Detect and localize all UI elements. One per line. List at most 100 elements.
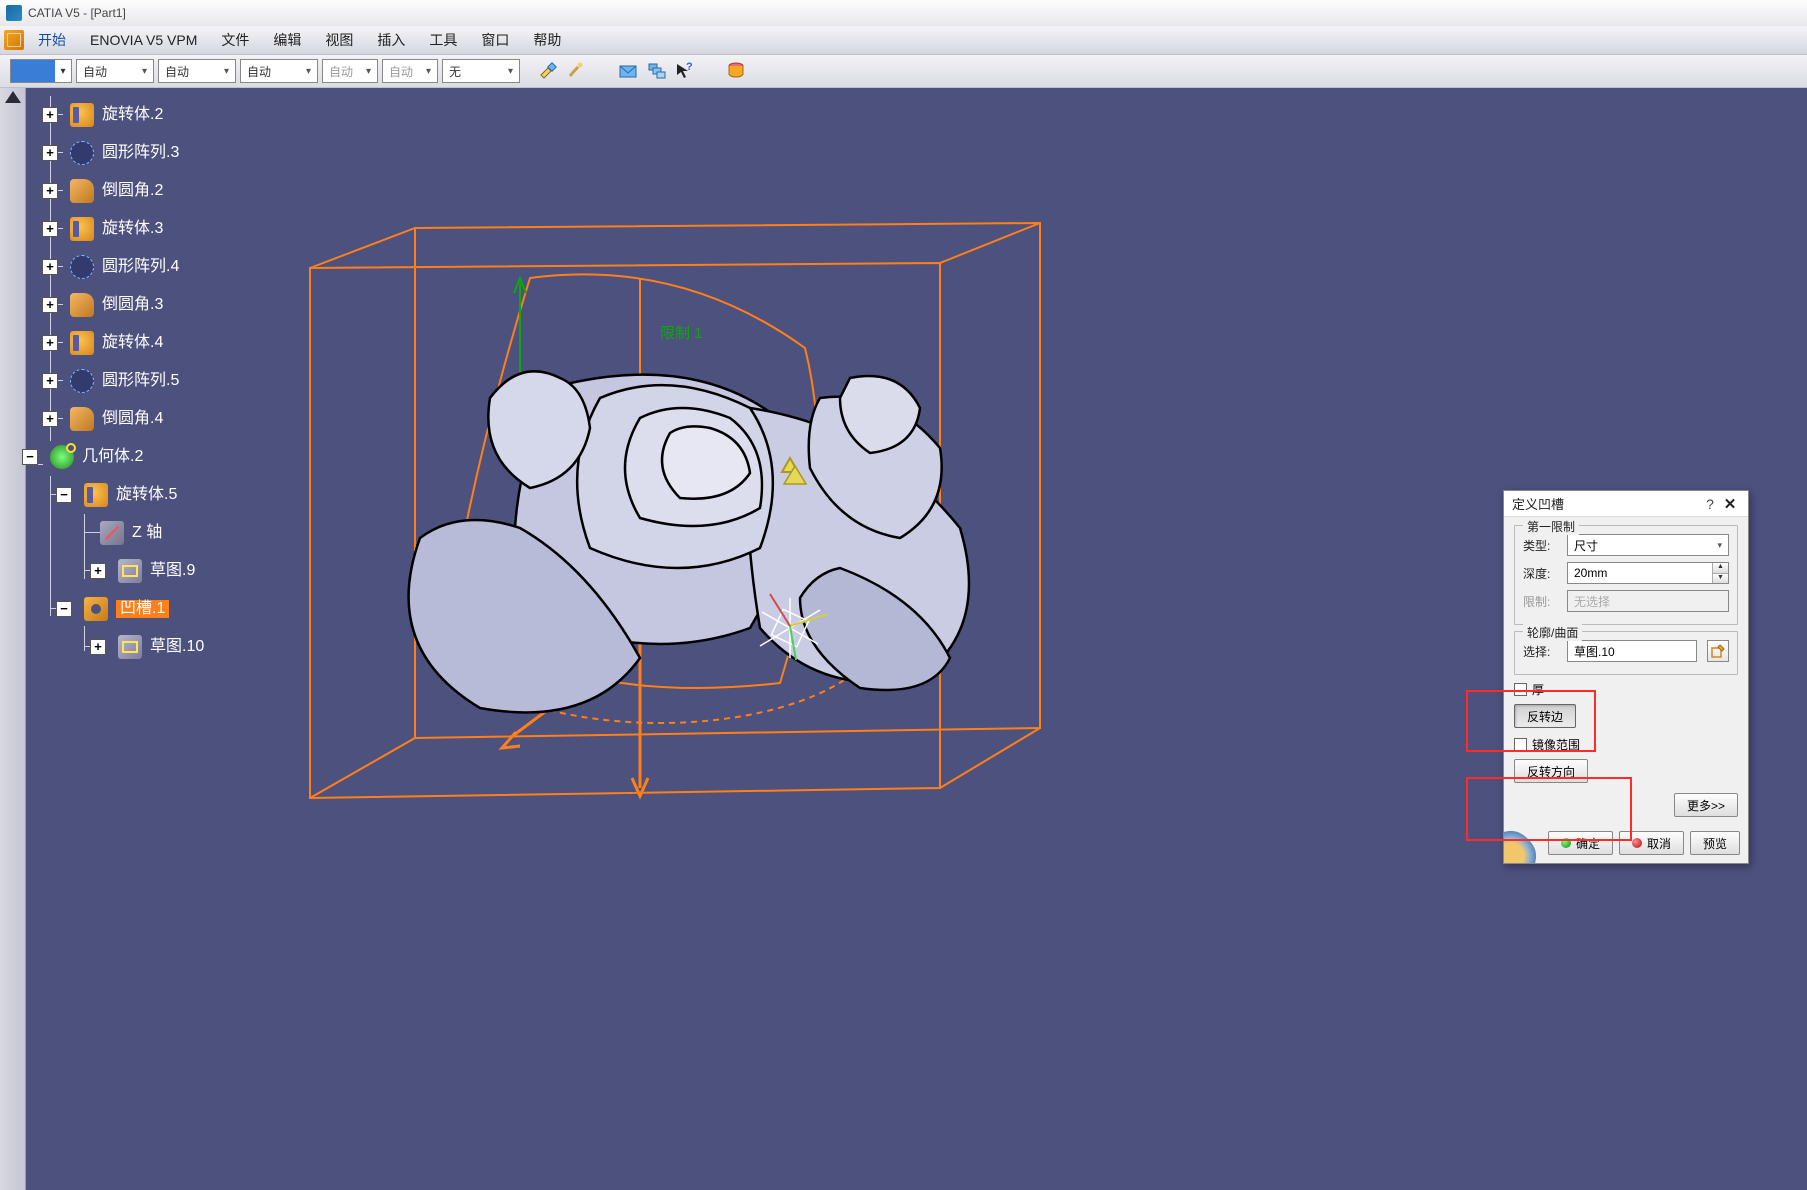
document-icon[interactable] bbox=[4, 30, 24, 50]
stack-icon[interactable] bbox=[644, 59, 668, 83]
tree-node[interactable]: +圆形阵列.4 bbox=[42, 248, 204, 286]
close-icon[interactable]: ✕ bbox=[1720, 495, 1740, 513]
tree-node-rotate5[interactable]: − 旋转体.5 bbox=[56, 476, 204, 514]
window-title: CATIA V5 - [Part1] bbox=[28, 6, 126, 20]
lineweight-1[interactable]: 自动▾ bbox=[322, 59, 378, 83]
title-bar: CATIA V5 - [Part1] bbox=[0, 0, 1807, 26]
mirror-checkbox[interactable]: 镜像范围 bbox=[1514, 736, 1738, 753]
linetype-select-3[interactable]: 自动▾ bbox=[240, 59, 318, 83]
painter-icon[interactable] bbox=[536, 59, 560, 83]
data-icon[interactable] bbox=[724, 59, 748, 83]
rotate-icon bbox=[70, 331, 94, 355]
linetype-select-2[interactable]: 自动▾ bbox=[158, 59, 236, 83]
sketch-icon bbox=[118, 635, 142, 659]
help-icon[interactable]: ? bbox=[1700, 496, 1720, 512]
expand-icon[interactable]: + bbox=[42, 411, 58, 427]
sketch-button[interactable] bbox=[1707, 640, 1729, 662]
tree-node[interactable]: + 旋转体.2 bbox=[42, 96, 204, 134]
type-combo[interactable]: 尺寸▾ bbox=[1567, 534, 1729, 556]
menu-enovia[interactable]: ENOVIA V5 VPM bbox=[78, 32, 209, 48]
expand-icon[interactable]: + bbox=[42, 221, 58, 237]
cancel-button[interactable]: 取消 bbox=[1619, 831, 1684, 855]
transparency-select[interactable]: 无▾ bbox=[442, 59, 520, 83]
first-limit-group: 第一限制 类型: 尺寸▾ 深度: 20mm▲▼ 限制: 无选择 bbox=[1514, 525, 1738, 625]
tree-label: 草图.9 bbox=[150, 563, 195, 579]
dialog-footer: 确定 取消 预览 bbox=[1504, 823, 1748, 863]
color-picker[interactable]: ▾ bbox=[10, 59, 72, 83]
mirror-label: 镜像范围 bbox=[1532, 736, 1580, 753]
tree-label: 几何体.2 bbox=[82, 449, 143, 465]
collapse-icon[interactable]: − bbox=[56, 487, 72, 503]
group-legend: 轮廓/曲面 bbox=[1523, 624, 1582, 641]
fillet-icon bbox=[70, 293, 94, 317]
expand-icon[interactable]: + bbox=[90, 639, 106, 655]
lineweight-2[interactable]: 自动▾ bbox=[382, 59, 438, 83]
collapse-icon[interactable]: − bbox=[22, 449, 38, 465]
limit-label: 限制: bbox=[1523, 593, 1561, 610]
brush-icon[interactable] bbox=[564, 59, 588, 83]
expand-icon[interactable]: + bbox=[42, 145, 58, 161]
tree-label: 旋转体.5 bbox=[116, 487, 177, 503]
tree-label-selected: 凹槽.1 bbox=[116, 600, 169, 618]
more-button[interactable]: 更多>> bbox=[1674, 793, 1738, 817]
tree-node-pocket1[interactable]: − 凹槽.1 bbox=[56, 590, 204, 628]
menu-start[interactable]: 开始 bbox=[32, 30, 78, 50]
tree-label: 旋转体.4 bbox=[102, 335, 163, 351]
menu-tools[interactable]: 工具 bbox=[417, 30, 469, 50]
tree-node-zaxis[interactable]: Z 轴 bbox=[100, 514, 204, 552]
menu-help[interactable]: 帮助 bbox=[521, 30, 573, 50]
menu-bar: 开始 ENOVIA V5 VPM 文件 编辑 视图 插入 工具 窗口 帮助 bbox=[0, 26, 1807, 54]
expand-icon[interactable]: + bbox=[90, 563, 106, 579]
expand-icon[interactable]: + bbox=[42, 297, 58, 313]
reverse-direction-button[interactable]: 反转方向 bbox=[1514, 759, 1588, 783]
tree-node[interactable]: + 旋转体.4 bbox=[42, 324, 204, 362]
thick-checkbox[interactable]: 厚 bbox=[1514, 681, 1738, 698]
tree-node-sketch9[interactable]: + 草图.9 bbox=[90, 552, 204, 590]
expand-icon[interactable]: + bbox=[42, 373, 58, 389]
mail-icon[interactable] bbox=[616, 59, 640, 83]
tree-node-sketch10[interactable]: + 草图.10 bbox=[90, 628, 204, 666]
preview-button[interactable]: 预览 bbox=[1690, 831, 1740, 855]
linetype-select-1[interactable]: 自动▾ bbox=[76, 59, 154, 83]
tree-node[interactable]: + 倒圆角.4 bbox=[42, 400, 204, 438]
spec-tree[interactable]: +旋转体.2+圆形阵列.3+倒圆角.2+旋转体.3+圆形阵列.4+倒圆角.3+旋… bbox=[42, 96, 204, 666]
tree-node-body[interactable]: − 几何体.2 bbox=[22, 438, 204, 476]
profile-field[interactable]: 草图.10 bbox=[1567, 640, 1697, 662]
tree-node[interactable]: +倒圆角.3 bbox=[42, 286, 204, 324]
menu-window[interactable]: 窗口 bbox=[469, 30, 521, 50]
ok-button[interactable]: 确定 bbox=[1548, 831, 1613, 855]
menu-view[interactable]: 视图 bbox=[313, 30, 365, 50]
toolbar: ▾ 自动▾ 自动▾ 自动▾ 自动▾ 自动▾ 无▾ ? bbox=[0, 54, 1807, 88]
workspace: 20 限制 1 限制 2 bbox=[0, 88, 1807, 1190]
tree-label: 旋转体.2 bbox=[102, 107, 163, 123]
dialog-titlebar[interactable]: 定义凹槽 ? ✕ bbox=[1504, 491, 1748, 517]
tree-label: 草图.10 bbox=[150, 639, 204, 655]
expand-icon[interactable]: + bbox=[42, 183, 58, 199]
collapse-icon[interactable]: − bbox=[56, 601, 72, 617]
menu-file[interactable]: 文件 bbox=[209, 30, 261, 50]
depth-label: 深度: bbox=[1523, 565, 1561, 582]
tree-node[interactable]: +倒圆角.2 bbox=[42, 172, 204, 210]
menu-insert[interactable]: 插入 bbox=[365, 30, 417, 50]
expand-icon[interactable]: + bbox=[42, 107, 58, 123]
thick-label: 厚 bbox=[1532, 681, 1544, 698]
tree-node[interactable]: +圆形阵列.3 bbox=[42, 134, 204, 172]
tree-node[interactable]: + 旋转体.3 bbox=[42, 210, 204, 248]
rotate-icon bbox=[70, 103, 94, 127]
rotate-icon bbox=[84, 483, 108, 507]
tree-node[interactable]: +圆形阵列.5 bbox=[42, 362, 204, 400]
limit-field: 无选择 bbox=[1567, 590, 1729, 612]
expand-icon[interactable]: + bbox=[42, 259, 58, 275]
menu-edit[interactable]: 编辑 bbox=[261, 30, 313, 50]
group-legend: 第一限制 bbox=[1523, 518, 1579, 535]
pattern-icon bbox=[70, 369, 94, 393]
pattern-icon bbox=[70, 141, 94, 165]
tree-label: 旋转体.3 bbox=[102, 221, 163, 237]
expand-icon[interactable]: + bbox=[42, 335, 58, 351]
tree-label: 倒圆角.4 bbox=[102, 411, 163, 427]
fillet-icon bbox=[70, 179, 94, 203]
reverse-side-button[interactable]: 反转边 bbox=[1514, 704, 1576, 728]
svg-text:?: ? bbox=[686, 61, 693, 73]
help-pointer-icon[interactable]: ? bbox=[672, 59, 696, 83]
depth-spinner[interactable]: 20mm▲▼ bbox=[1567, 562, 1729, 584]
